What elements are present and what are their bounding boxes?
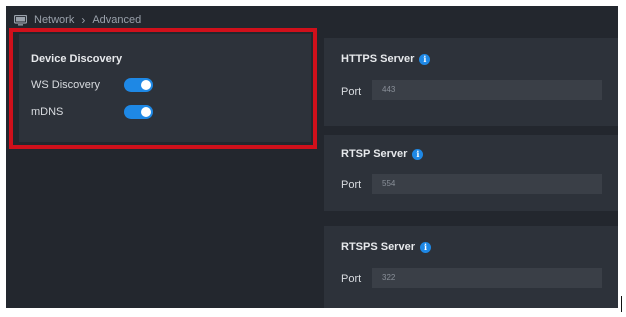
https-server-label: HTTPS Server: [341, 53, 415, 65]
rtsps-server-label: RTSPS Server: [341, 241, 415, 253]
mdns-toggle[interactable]: [124, 105, 153, 119]
rtsp-server-label: RTSP Server: [341, 148, 408, 160]
breadcrumb-separator: ›: [81, 13, 86, 27]
breadcrumb: Network › Advanced: [14, 12, 141, 28]
rtsp-server-panel: RTSP Server i Port 554: [324, 135, 618, 211]
breadcrumb-advanced: Advanced: [92, 14, 142, 26]
mdns-label: mDNS: [31, 106, 64, 118]
toggle-knob: [141, 107, 151, 117]
device-discovery-panel: Device Discovery WS Discovery mDNS: [19, 34, 311, 142]
rtsps-port-field[interactable]: 322: [372, 268, 602, 288]
https-server-title: HTTPS Server i: [341, 53, 431, 65]
info-icon[interactable]: i: [412, 148, 424, 160]
info-icon[interactable]: i: [419, 241, 431, 253]
rtsp-port-label: Port: [341, 179, 362, 191]
ws-discovery-toggle[interactable]: [124, 78, 153, 92]
rtsps-server-panel: RTSPS Server i Port 322: [324, 226, 618, 308]
rtsps-server-title: RTSPS Server i: [341, 241, 431, 253]
text-cursor: [621, 296, 622, 312]
rtsps-port-label: Port: [341, 273, 362, 285]
info-icon[interactable]: i: [419, 53, 431, 65]
breadcrumb-network[interactable]: Network: [34, 14, 74, 26]
https-port-field[interactable]: 443: [372, 80, 602, 100]
https-port-label: Port: [341, 86, 362, 98]
rtsp-server-title: RTSP Server i: [341, 148, 424, 160]
monitor-icon: [14, 14, 27, 26]
toggle-knob: [141, 80, 151, 90]
ws-discovery-label: WS Discovery: [31, 79, 101, 91]
rtsp-port-field[interactable]: 554: [372, 174, 602, 194]
settings-window: Network › Advanced Device Discovery WS D…: [6, 6, 618, 308]
device-discovery-title: Device Discovery: [31, 53, 123, 65]
https-server-panel: HTTPS Server i Port 443: [324, 38, 618, 126]
